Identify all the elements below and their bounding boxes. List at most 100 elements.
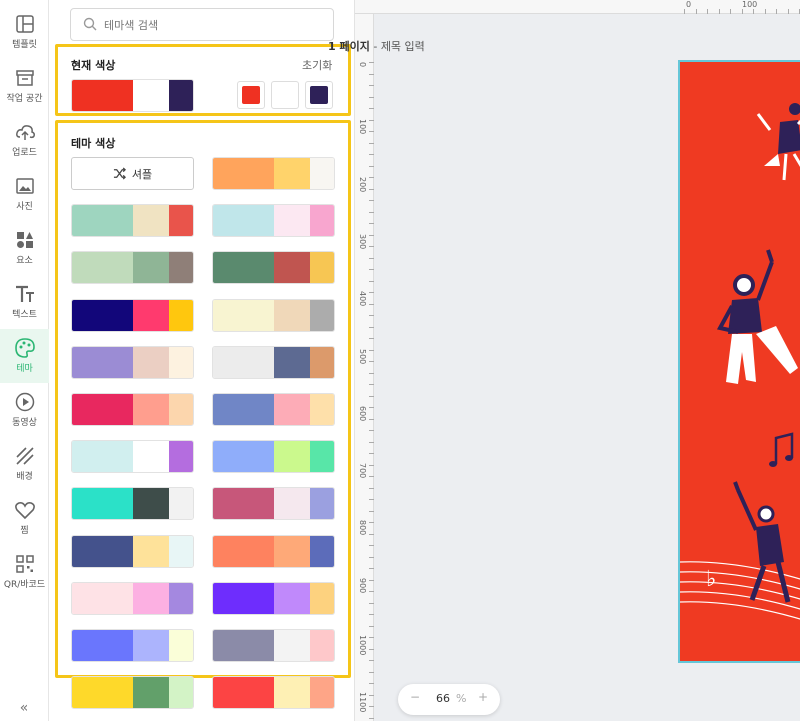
ruler-tick bbox=[369, 694, 374, 696]
theme-palette[interactable] bbox=[71, 487, 194, 521]
nav-item[interactable]: 사진 bbox=[0, 167, 49, 221]
design-canvas[interactable]: ♭ bbox=[678, 60, 800, 663]
palette-color bbox=[132, 582, 169, 614]
nav-item[interactable]: 작업 공간 bbox=[0, 59, 49, 113]
search-input[interactable] bbox=[104, 15, 324, 35]
theme-palette[interactable] bbox=[71, 676, 194, 710]
theme-palette[interactable] bbox=[71, 251, 194, 285]
theme-palette[interactable] bbox=[212, 629, 335, 662]
ruler-tick bbox=[369, 717, 374, 719]
ruler-tick bbox=[369, 625, 374, 627]
theme-palette[interactable] bbox=[212, 487, 335, 521]
nav-item-label: 사진 bbox=[16, 202, 33, 212]
theme-palette[interactable] bbox=[212, 298, 335, 332]
ruler-tick bbox=[369, 326, 374, 328]
theme-palette[interactable] bbox=[71, 629, 194, 662]
palette-color bbox=[72, 677, 133, 709]
ruler-left-label: 200 bbox=[358, 176, 367, 192]
theme-palette[interactable] bbox=[212, 440, 335, 474]
palette-color bbox=[132, 80, 169, 111]
music-note-icon bbox=[769, 432, 794, 467]
photo-icon bbox=[14, 175, 36, 197]
dancer-figure-2 bbox=[716, 249, 798, 384]
page-label: 1 페이지 - 제목 입력 bbox=[328, 38, 425, 54]
zoom-in-button[interactable]: + bbox=[478, 690, 488, 704]
theme-palette[interactable] bbox=[212, 157, 335, 190]
theme-palette[interactable] bbox=[212, 534, 335, 568]
reset-button[interactable]: 초기화 bbox=[302, 57, 332, 73]
ruler-left-label: 100 bbox=[358, 119, 367, 135]
color-swatch[interactable] bbox=[305, 81, 333, 109]
ruler-tick bbox=[369, 476, 374, 477]
search-box[interactable] bbox=[70, 8, 334, 41]
workspace-icon bbox=[14, 67, 36, 89]
current-palette[interactable] bbox=[71, 79, 194, 112]
theme-palette[interactable] bbox=[212, 581, 335, 615]
zoom-out-button[interactable]: − bbox=[410, 690, 420, 704]
palette-color bbox=[72, 252, 133, 284]
palette-color bbox=[72, 535, 133, 567]
ruler-tick bbox=[369, 671, 374, 673]
palette-color bbox=[213, 299, 274, 331]
shuffle-button[interactable]: 셔플 bbox=[71, 157, 194, 190]
nav-item[interactable]: 배경 bbox=[0, 437, 49, 491]
ruler-tick bbox=[369, 154, 374, 155]
palette-color bbox=[213, 535, 274, 567]
theme-palette[interactable] bbox=[71, 440, 194, 474]
ruler-tick bbox=[369, 188, 374, 190]
background-icon bbox=[14, 445, 36, 467]
nav-item-label: 동영상 bbox=[12, 418, 37, 428]
nav-item[interactable]: 동영상 bbox=[0, 383, 49, 437]
ruler-tick bbox=[718, 9, 720, 14]
ruler-tick bbox=[764, 9, 766, 14]
theme-palette[interactable] bbox=[212, 204, 335, 238]
ruler-tick bbox=[369, 568, 374, 569]
ruler-tick bbox=[753, 9, 754, 14]
nav-item[interactable]: 템플릿 bbox=[0, 5, 49, 59]
ruler-tick bbox=[730, 9, 731, 14]
collapse-panel-button[interactable]: « bbox=[12, 700, 36, 718]
theme-palette[interactable] bbox=[71, 298, 194, 332]
palette-color bbox=[309, 488, 334, 520]
ruler-tick bbox=[369, 73, 374, 75]
ruler-tick bbox=[369, 142, 374, 144]
palette-color bbox=[168, 630, 193, 661]
canvas-illustration: ♭ bbox=[680, 103, 800, 620]
palette-color bbox=[309, 252, 334, 284]
ruler-tick bbox=[369, 234, 374, 236]
theme-palette[interactable] bbox=[212, 676, 335, 710]
theme-palette[interactable] bbox=[71, 534, 194, 568]
nav-item[interactable]: 요소 bbox=[0, 221, 49, 275]
page-title-input[interactable]: 제목 입력 bbox=[381, 40, 425, 53]
theme-palette[interactable] bbox=[71, 393, 194, 426]
palette-color bbox=[168, 535, 193, 567]
current-colors-title: 현재 색상 bbox=[71, 59, 116, 72]
nav-item-label: 템플릿 bbox=[12, 40, 37, 50]
palette-color bbox=[132, 488, 169, 520]
nav-item[interactable]: 찜 bbox=[0, 491, 49, 545]
ruler-tick bbox=[369, 292, 374, 293]
ruler-tick bbox=[369, 338, 374, 339]
ruler-tick bbox=[741, 9, 743, 14]
palette-color bbox=[72, 488, 133, 520]
color-swatch[interactable] bbox=[271, 81, 299, 109]
nav-item[interactable]: 업로드 bbox=[0, 113, 49, 167]
nav-item[interactable]: 테마 bbox=[0, 329, 49, 383]
theme-palette[interactable] bbox=[212, 393, 335, 426]
theme-palette[interactable] bbox=[71, 581, 194, 615]
ruler-tick bbox=[776, 9, 777, 14]
shuffle-icon bbox=[113, 167, 126, 180]
theme-palette[interactable] bbox=[71, 204, 194, 238]
theme-palette[interactable] bbox=[212, 251, 335, 285]
palette-color bbox=[168, 252, 193, 284]
ruler-left-label: 1100 bbox=[358, 692, 367, 713]
theme-palette[interactable] bbox=[212, 345, 335, 379]
nav-item[interactable]: QR/바코드 bbox=[0, 545, 49, 599]
theme-palette[interactable] bbox=[71, 345, 194, 379]
color-swatch[interactable] bbox=[237, 81, 265, 109]
zoom-value[interactable]: 66 bbox=[436, 692, 450, 705]
nav-item[interactable]: 텍스트 bbox=[0, 275, 49, 329]
palette-color bbox=[72, 441, 133, 473]
palette-color bbox=[273, 535, 310, 567]
palette-color bbox=[273, 205, 310, 237]
